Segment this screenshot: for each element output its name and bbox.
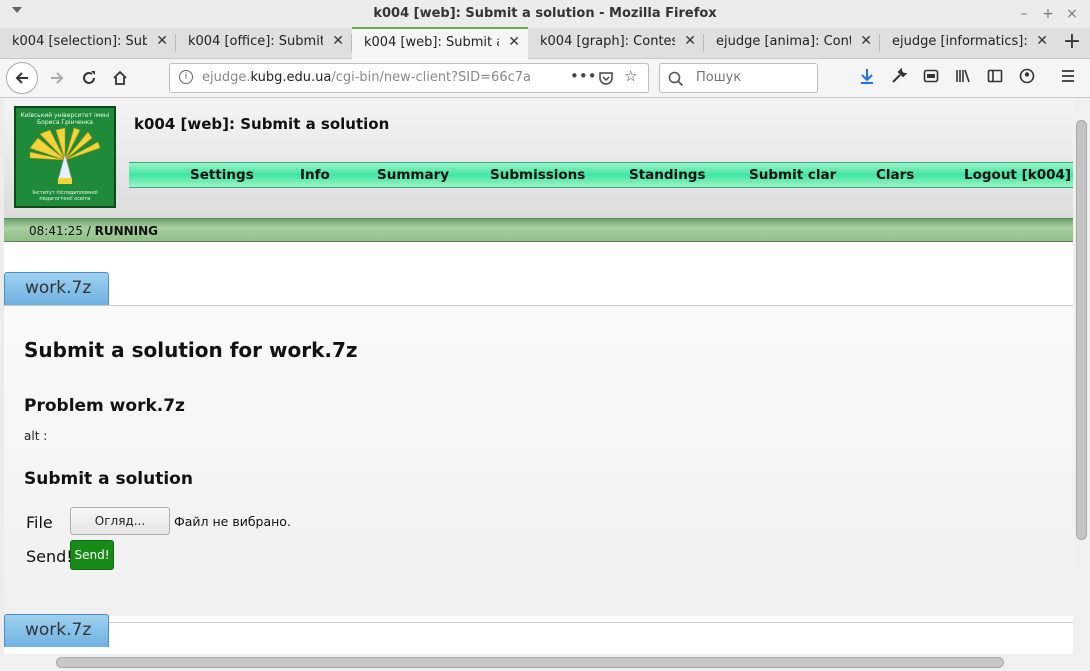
- menu-info[interactable]: Info: [300, 167, 330, 183]
- close-tab-icon[interactable]: ✕: [332, 33, 344, 49]
- minimize-button[interactable]: –: [1014, 4, 1034, 24]
- search-icon: [668, 68, 684, 91]
- page-content: Київський університет імені Бориса Грінч…: [4, 98, 1073, 654]
- bookmark-star-icon[interactable]: ☆: [624, 67, 637, 85]
- menu-clars[interactable]: Clars: [876, 167, 914, 183]
- send-button[interactable]: Send!: [70, 540, 114, 570]
- server-time: 08:41:25: [29, 224, 83, 238]
- tab-label: k004 [web]: Submit a solu: [364, 35, 499, 50]
- tab-label: k004 [graph]: Contest sta: [540, 34, 675, 49]
- tab-strip: k004 [selection]: Submit ✕ k004 [office]…: [0, 27, 1090, 59]
- menu-settings[interactable]: Settings: [190, 167, 254, 183]
- url-text[interactable]: ejudge.kubg.edu.ua/cgi-bin/new-client?SI…: [202, 70, 532, 85]
- logo-text-bottom: Інститут післядипломної педагогічної осв…: [32, 190, 98, 202]
- contest-status-bar: 08:41:25 / RUNNING: [4, 218, 1073, 242]
- reload-icon[interactable]: [74, 63, 104, 93]
- browser-tab[interactable]: ejudge [anima]: Contest ✕: [704, 28, 880, 58]
- send-label: Send!: [26, 547, 73, 566]
- screenshot-icon[interactable]: [921, 68, 941, 88]
- tab-label: k004 [office]: Submit a so: [188, 34, 323, 49]
- problem-tab-label: work.7z: [25, 620, 92, 640]
- menu-icon[interactable]: [1058, 68, 1078, 88]
- pocket-icon[interactable]: [598, 67, 614, 90]
- status-text: 08:41:25 / RUNNING: [29, 224, 159, 238]
- account-icon[interactable]: [1017, 68, 1037, 88]
- vertical-scroll-thumb[interactable]: [1076, 120, 1087, 540]
- problem-tab[interactable]: work.7z: [4, 272, 109, 305]
- menu-standings[interactable]: Standings: [629, 167, 706, 183]
- close-tab-icon[interactable]: ✕: [860, 33, 872, 49]
- sidebar-icon[interactable]: [985, 68, 1005, 88]
- university-logo: Київський університет імені Бориса Грінч…: [14, 106, 116, 208]
- maximize-button[interactable]: +: [1038, 4, 1058, 24]
- problem-tab-label: work.7z: [25, 278, 92, 298]
- page-header: Київський університет імені Бориса Грінч…: [4, 98, 1073, 218]
- page-title: k004 [web]: Submit a solution: [134, 115, 390, 133]
- main-menu: Settings Info Summary Submissions Standi…: [129, 162, 1073, 188]
- contest-state: RUNNING: [94, 224, 159, 238]
- vertical-scrollbar[interactable]: [1073, 98, 1090, 654]
- close-tab-icon[interactable]: ✕: [1036, 33, 1048, 49]
- menu-logout[interactable]: Logout [k004]: [964, 167, 1071, 183]
- library-icon[interactable]: [953, 68, 973, 88]
- file-label: File: [26, 513, 53, 532]
- close-window-button[interactable]: ×: [1062, 4, 1082, 24]
- tab-label: k004 [selection]: Submit: [12, 34, 147, 49]
- horizontal-scrollbar[interactable]: [0, 654, 1090, 671]
- back-icon[interactable]: [6, 62, 38, 94]
- search-input[interactable]: [694, 69, 808, 86]
- site-info-icon[interactable]: i: [179, 70, 193, 84]
- download-icon[interactable]: [857, 68, 877, 88]
- wrench-icon[interactable]: [889, 67, 909, 88]
- browser-tab[interactable]: k004 [graph]: Contest sta ✕: [528, 28, 704, 58]
- tab-label: ejudge [informatics]: Me: [892, 34, 1027, 49]
- browse-file-button[interactable]: Огляд...: [70, 507, 170, 535]
- search-bar[interactable]: [659, 63, 818, 93]
- browser-tab[interactable]: ejudge [informatics]: Me ✕: [880, 28, 1056, 58]
- submit-heading: Submit a solution for work.7z: [24, 338, 358, 362]
- problem-heading: Problem work.7z: [24, 396, 185, 416]
- page-actions-icon[interactable]: •••: [570, 67, 597, 85]
- file-status: Файл не вибрано.: [174, 514, 291, 529]
- menu-submit-clar[interactable]: Submit clar: [749, 167, 836, 183]
- problem-alt-text: alt :: [24, 429, 48, 443]
- submit-solution-heading: Submit a solution: [24, 469, 193, 489]
- forward-icon[interactable]: [42, 63, 72, 93]
- menu-submissions[interactable]: Submissions: [490, 167, 585, 183]
- tab-label: ejudge [anima]: Contest: [716, 34, 851, 49]
- close-tab-icon[interactable]: ✕: [684, 33, 696, 49]
- home-icon[interactable]: [105, 63, 135, 93]
- close-tab-icon[interactable]: ✕: [508, 34, 520, 50]
- close-tab-icon[interactable]: ✕: [156, 33, 168, 49]
- window-title: k004 [web]: Submit a solution - Mozilla …: [373, 6, 717, 21]
- navigation-toolbar: i ejudge.kubg.edu.ua/cgi-bin/new-client?…: [0, 59, 1090, 98]
- browser-tab-active[interactable]: k004 [web]: Submit a solu ✕: [352, 27, 528, 59]
- browser-tab[interactable]: k004 [office]: Submit a so ✕: [176, 28, 352, 58]
- menu-summary[interactable]: Summary: [377, 167, 449, 183]
- horizontal-scroll-thumb[interactable]: [56, 657, 1004, 668]
- window-titlebar: k004 [web]: Submit a solution - Mozilla …: [0, 0, 1090, 28]
- new-tab-button[interactable]: +: [1060, 29, 1084, 54]
- problem-tab-bottom[interactable]: work.7z: [4, 614, 109, 647]
- url-bar[interactable]: i ejudge.kubg.edu.ua/cgi-bin/new-client?…: [169, 63, 649, 93]
- browser-tab[interactable]: k004 [selection]: Submit ✕: [0, 28, 176, 58]
